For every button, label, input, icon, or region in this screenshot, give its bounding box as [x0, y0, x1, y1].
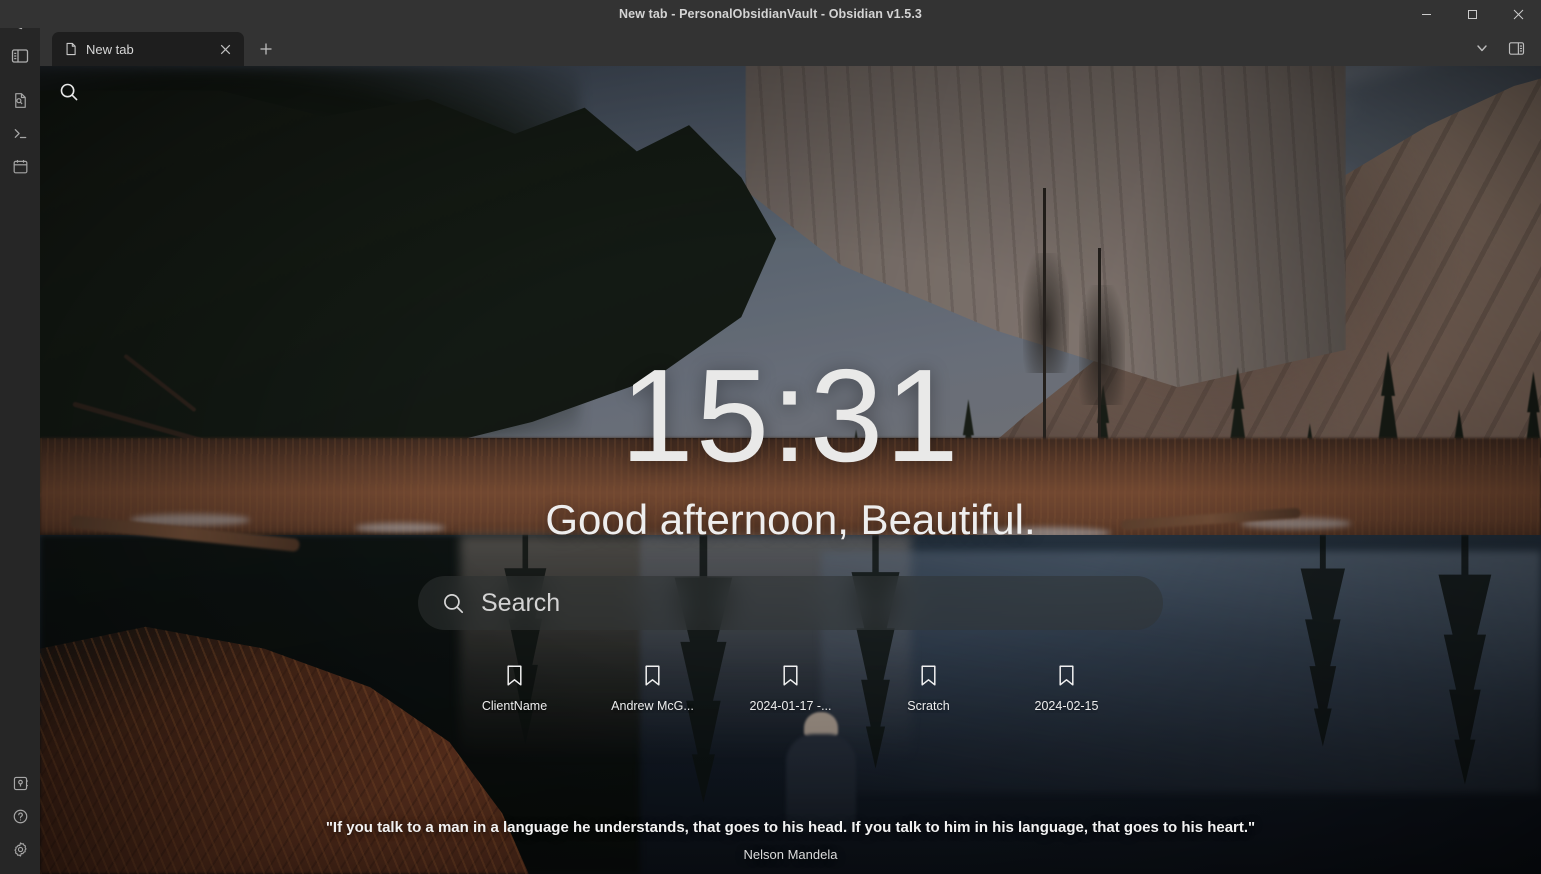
search-icon — [442, 592, 465, 615]
bookmark-icon — [504, 664, 525, 692]
ribbon-bottom-group — [0, 767, 40, 866]
window-controls — [1403, 0, 1541, 28]
greeting-text: Good afternoon, Beautiful. — [545, 496, 1036, 543]
obsidian-window: New tab - PersonalObsidianVault - Obsidi… — [0, 0, 1541, 874]
file-icon — [64, 42, 78, 56]
bookmark-label: Scratch — [907, 699, 950, 713]
bookmark-label: 2024-02-15 — [1034, 699, 1099, 713]
tab-bar-right-controls — [1467, 34, 1541, 62]
calendar-icon[interactable] — [0, 150, 40, 183]
ribbon-top-group — [0, 84, 40, 183]
terminal-icon[interactable] — [0, 117, 40, 150]
help-icon[interactable] — [0, 800, 40, 833]
quote-text: "If you talk to a man in a language he u… — [325, 819, 1256, 836]
bookmark-label: Andrew McG... — [611, 699, 694, 713]
vault-switcher-icon[interactable] — [0, 767, 40, 800]
quick-switcher-icon[interactable] — [0, 84, 40, 117]
bookmark-icon — [780, 664, 801, 692]
bookmark-item[interactable]: 2024-02-15 — [1019, 664, 1115, 713]
right-sidebar-toggle-icon[interactable] — [1501, 34, 1531, 62]
quote-author: Nelson Mandela — [743, 847, 838, 862]
bookmarks-row: ClientName Andrew McG... 2024-01-17 -...… — [467, 664, 1115, 713]
search-input[interactable] — [481, 588, 1139, 618]
bookmark-label: 2024-01-17 -... — [749, 699, 832, 713]
window-title: New tab - PersonalObsidianVault - Obsidi… — [619, 7, 922, 21]
new-tab-overlay: 15:31 Good afternoon, Beautiful. Search … — [40, 66, 1541, 874]
settings-icon[interactable] — [0, 833, 40, 866]
clock: 15:31 — [620, 342, 961, 489]
new-tab-view: 15:31 Good afternoon, Beautiful. Search … — [40, 66, 1541, 874]
tab-bar: New tab — [40, 28, 1541, 66]
tab-title: New tab — [86, 41, 134, 57]
chevron-down-icon[interactable] — [1467, 34, 1497, 62]
toggle-left-sidebar-icon[interactable] — [0, 38, 40, 74]
tab-new-tab[interactable]: New tab — [52, 32, 244, 66]
bookmark-icon — [918, 664, 939, 692]
maximize-button[interactable] — [1449, 0, 1495, 28]
bookmark-icon — [642, 664, 663, 692]
bookmark-item[interactable]: 2024-01-17 -... — [743, 664, 839, 713]
quote-block: "If you talk to a man in a language he u… — [40, 819, 1541, 862]
bookmark-label: ClientName — [481, 699, 548, 713]
bookmark-item[interactable]: Scratch — [881, 664, 977, 713]
left-ribbon — [0, 0, 40, 874]
search-icon[interactable] — [54, 77, 84, 107]
bookmark-icon — [1056, 664, 1077, 692]
new-tab-button[interactable] — [252, 35, 280, 63]
close-icon[interactable] — [214, 38, 236, 60]
center-stack: 15:31 Good afternoon, Beautiful. Search … — [40, 350, 1541, 713]
bookmark-item[interactable]: Andrew McG... — [605, 664, 701, 713]
close-button[interactable] — [1495, 0, 1541, 28]
search-bar[interactable] — [418, 576, 1163, 630]
bookmark-item[interactable]: ClientName — [467, 664, 563, 713]
minimize-button[interactable] — [1403, 0, 1449, 28]
title-bar: New tab - PersonalObsidianVault - Obsidi… — [0, 0, 1541, 28]
